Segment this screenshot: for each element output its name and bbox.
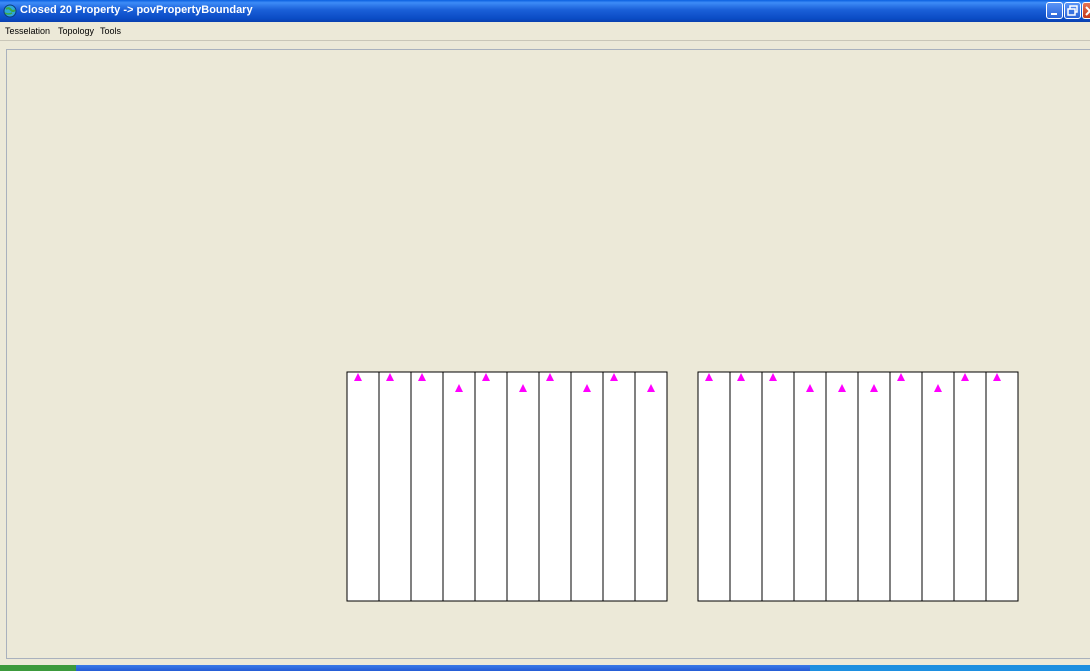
- property-lot[interactable]: [410, 371, 444, 602]
- right-block[interactable]: [697, 371, 1019, 602]
- property-lots-drawing[interactable]: [0, 0, 1090, 671]
- system-tray: [810, 665, 1090, 671]
- property-lot[interactable]: [634, 371, 668, 602]
- property-lot[interactable]: [442, 371, 476, 602]
- property-lot[interactable]: [697, 371, 731, 602]
- property-lot[interactable]: [602, 371, 636, 602]
- property-lot[interactable]: [346, 371, 380, 602]
- property-lot[interactable]: [538, 371, 572, 602]
- left-block[interactable]: [346, 371, 668, 602]
- property-lot[interactable]: [506, 371, 540, 602]
- property-lot[interactable]: [985, 371, 1019, 602]
- property-lot[interactable]: [761, 371, 795, 602]
- property-lot[interactable]: [825, 371, 859, 602]
- start-button[interactable]: [0, 665, 76, 671]
- property-lot[interactable]: [474, 371, 508, 602]
- property-lot[interactable]: [729, 371, 763, 602]
- property-lot[interactable]: [889, 371, 923, 602]
- property-lot[interactable]: [921, 371, 955, 602]
- property-lot[interactable]: [793, 371, 827, 602]
- property-lot[interactable]: [378, 371, 412, 602]
- property-lot[interactable]: [953, 371, 987, 602]
- property-lot[interactable]: [570, 371, 604, 602]
- property-lot[interactable]: [857, 371, 891, 602]
